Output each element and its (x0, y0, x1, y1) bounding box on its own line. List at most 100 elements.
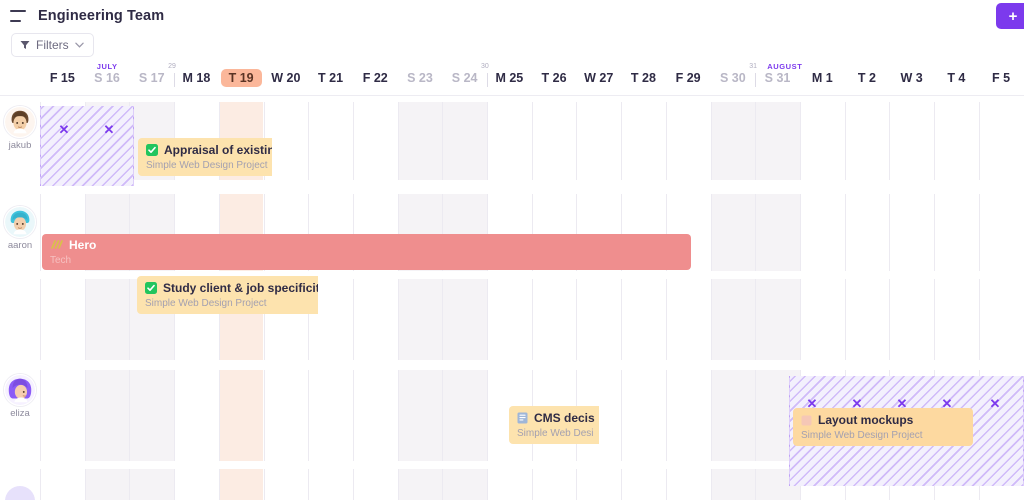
date-header-cell[interactable]: F 22 (353, 60, 398, 96)
time-off-block-jakub[interactable]: ✕ ✕ (40, 106, 134, 186)
date-label: T 21 (318, 70, 344, 85)
date-label: W 3 (900, 70, 923, 85)
date-header-cell[interactable]: F 15 (40, 60, 85, 96)
date-label: W 27 (584, 70, 614, 85)
date-label: M 25 (495, 70, 524, 85)
date-label: T 2 (857, 70, 876, 85)
page-title: Engineering Team (38, 8, 165, 24)
timeline-body[interactable]: ✕ ✕ ✕ ✕ ✕ ✕ ✕ Appraisal of existing Simple Web D… (0, 96, 1024, 500)
week-number: 29 (168, 63, 176, 70)
date-header-cell[interactable]: T 2 (845, 60, 890, 96)
date-header-cell[interactable]: M 25 (487, 60, 532, 96)
date-header-cell[interactable]: T 26 (532, 60, 577, 96)
date-header-cell[interactable]: W 27 (576, 60, 621, 96)
date-label: S 30 (719, 70, 746, 85)
date-header-cell[interactable]: S 23 (398, 60, 443, 96)
week-divider (755, 73, 757, 87)
task-bar-layout-mockups[interactable]: Layout mockups Simple Web Design Project (793, 408, 973, 446)
resource-eliza[interactable]: eliza (3, 374, 37, 419)
resource-name: aaron (7, 240, 33, 251)
avatar (4, 206, 36, 238)
date-header-cell[interactable]: M 18 (174, 60, 219, 96)
avatar (4, 106, 36, 138)
document-icon (517, 412, 528, 424)
date-label: T 4 (947, 70, 966, 85)
date-label: T 19 (220, 68, 262, 88)
week-divider (174, 73, 176, 87)
add-button[interactable]: + (996, 3, 1024, 29)
week-divider (487, 73, 488, 87)
date-header-cell[interactable]: T 21 (308, 60, 353, 96)
date-label: T 28 (630, 70, 656, 85)
task-project: Simple Web Design Project (146, 159, 268, 171)
week-number: 31 (749, 63, 757, 70)
date-header-cell[interactable]: W 3 (889, 60, 934, 96)
date-header-cell[interactable]: W 20 (264, 60, 309, 96)
week-number: 30 (481, 63, 489, 70)
task-bar-title-row: Layout mockups (801, 413, 965, 428)
date-label: M 1 (811, 70, 833, 85)
timeline-date-header: F 15 S 16 S 17 M 18 T 19 W 20 T 21 F 22 S 23 S 24… (0, 60, 1024, 96)
task-bar-title-row: Hero (50, 238, 683, 253)
chevron-down-icon (74, 42, 84, 48)
task-bar-hero[interactable]: Hero Tech (42, 234, 691, 270)
date-label: S 23 (407, 70, 433, 85)
filters-button[interactable]: Filters (11, 33, 94, 57)
resource-column: jakub aaron eliza (0, 96, 40, 500)
hero-stripes-icon (51, 240, 63, 249)
task-bar-title-row: CMS decis (517, 411, 595, 426)
funnel-icon (20, 41, 30, 49)
date-label: F 15 (49, 70, 75, 85)
date-label: S 31 (764, 70, 791, 85)
date-label: S 17 (138, 70, 165, 85)
timeline-bars[interactable]: ✕ ✕ ✕ ✕ ✕ ✕ ✕ Appraisal of existing Simple Web D… (0, 96, 1024, 500)
checkbox-checked-icon (145, 282, 157, 294)
date-header-cell[interactable]: F 5 (979, 60, 1024, 96)
date-label: S 16 (94, 70, 120, 85)
date-label: W 20 (271, 70, 301, 85)
time-off-x-icon: ✕ (58, 122, 70, 137)
header-gutter (0, 60, 40, 95)
avatar (4, 374, 36, 406)
time-off-x-icon: ✕ (989, 396, 1001, 411)
task-bar-appraisal[interactable]: Appraisal of existing Simple Web Design P… (138, 138, 272, 176)
task-title: Appraisal of existing (164, 142, 272, 157)
resource-name: eliza (10, 408, 30, 419)
date-label: F 5 (992, 70, 1011, 85)
resource-aaron[interactable]: aaron (3, 206, 37, 251)
date-header-cell[interactable]: T 28 (621, 60, 666, 96)
task-project: Simple Web Desi (517, 427, 594, 439)
date-label: F 29 (675, 70, 701, 85)
task-title: Study client & job specificities (163, 280, 318, 295)
date-header-cell[interactable]: F 29 (666, 60, 711, 96)
date-label: M 18 (182, 70, 211, 85)
date-label: S 24 (451, 70, 478, 85)
time-off-x-icon: ✕ (103, 122, 115, 137)
resource-name: jakub (8, 140, 32, 151)
pale-icon (801, 415, 812, 425)
toolbar: Filters (0, 32, 1024, 60)
date-header-cell[interactable]: M 1 (800, 60, 845, 96)
task-project: Tech (50, 254, 72, 266)
month-label: AUGUST (767, 62, 803, 71)
task-title: Layout mockups (818, 412, 914, 427)
task-bar-study-client[interactable]: Study client & job specificities Simple W… (137, 276, 318, 314)
task-bar-cms-decision[interactable]: CMS decis Simple Web Desi (509, 406, 599, 444)
hamburger-icon[interactable] (10, 10, 26, 22)
resource-jakub[interactable]: jakub (3, 106, 37, 151)
avatar (5, 486, 35, 500)
checkbox-checked-icon (146, 144, 158, 156)
filters-label: Filters (36, 38, 69, 52)
task-project: Simple Web Design Project (801, 429, 923, 441)
task-title: Hero (69, 237, 97, 252)
date-label: T 26 (541, 70, 567, 85)
task-project: Simple Web Design Project (145, 297, 267, 309)
date-header-cell[interactable]: T 4 (934, 60, 979, 96)
task-title: CMS decis (534, 410, 595, 425)
task-bar-title-row: Appraisal of existing (146, 143, 272, 158)
date-header-cell[interactable]: T 19 (219, 60, 264, 96)
date-label: F 22 (362, 70, 388, 85)
task-bar-title-row: Study client & job specificities (145, 281, 318, 296)
app-header: Engineering Team + (0, 0, 1024, 32)
month-label: JULY (96, 62, 118, 71)
